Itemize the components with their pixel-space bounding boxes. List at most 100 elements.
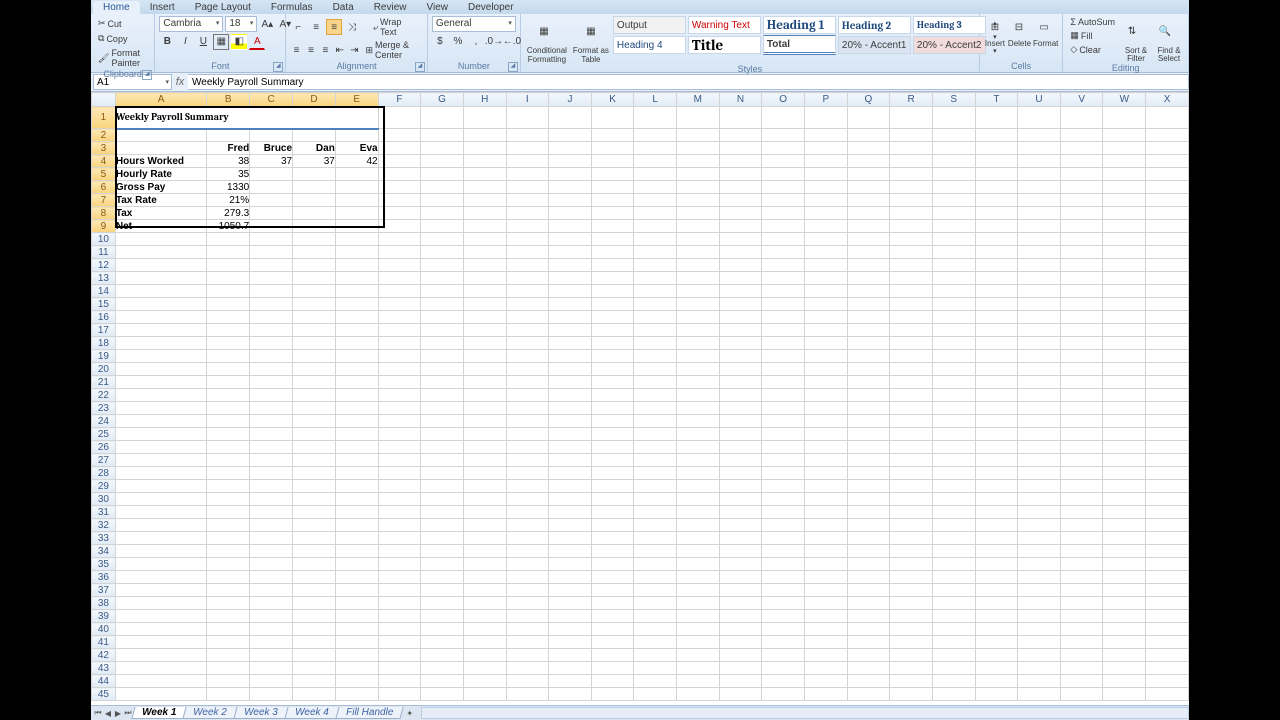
cell-F6[interactable] — [378, 181, 421, 194]
cell-V28[interactable] — [1060, 467, 1103, 480]
cell-G21[interactable] — [421, 376, 464, 389]
cell-W9[interactable] — [1103, 220, 1146, 233]
cell-A14[interactable] — [115, 285, 206, 298]
cell-B38[interactable] — [207, 597, 250, 610]
cell-E45[interactable] — [335, 688, 378, 701]
increase-indent-button[interactable]: ⇥ — [348, 42, 360, 58]
cell-Q10[interactable] — [847, 233, 890, 246]
cell-V24[interactable] — [1060, 415, 1103, 428]
cell-M19[interactable] — [677, 350, 720, 363]
cell-V14[interactable] — [1060, 285, 1103, 298]
cell-M44[interactable] — [677, 675, 720, 688]
cell-J37[interactable] — [549, 584, 592, 597]
cell-D17[interactable] — [293, 324, 336, 337]
cell-J38[interactable] — [549, 597, 592, 610]
cell-X18[interactable] — [1146, 337, 1189, 350]
cell-N45[interactable] — [719, 688, 762, 701]
cell-O22[interactable] — [762, 389, 805, 402]
cell-N43[interactable] — [719, 662, 762, 675]
cell-E43[interactable] — [335, 662, 378, 675]
row-header-23[interactable]: 23 — [92, 402, 116, 415]
cell-W2[interactable] — [1103, 129, 1146, 142]
cell-C36[interactable] — [250, 571, 293, 584]
row-header-43[interactable]: 43 — [92, 662, 116, 675]
cell-W15[interactable] — [1103, 298, 1146, 311]
row-header-13[interactable]: 13 — [92, 272, 116, 285]
cell-V44[interactable] — [1060, 675, 1103, 688]
cell-F38[interactable] — [378, 597, 421, 610]
cell-A44[interactable] — [115, 675, 206, 688]
cell-P6[interactable] — [804, 181, 847, 194]
cell-O1[interactable] — [762, 107, 805, 129]
insert-cells-button[interactable]: ⊞ — [984, 16, 1006, 38]
cell-R31[interactable] — [890, 506, 933, 519]
worksheet-grid[interactable]: ABCDEFGHIJKLMNOPQRSTUVWX1Weekly Payroll … — [91, 92, 1189, 705]
col-header-J[interactable]: J — [549, 93, 592, 107]
cell-U10[interactable] — [1018, 233, 1061, 246]
cell-X36[interactable] — [1146, 571, 1189, 584]
col-header-H[interactable]: H — [463, 93, 506, 107]
cell-G16[interactable] — [421, 311, 464, 324]
row-header-4[interactable]: 4 — [92, 155, 116, 168]
cell-M13[interactable] — [677, 272, 720, 285]
cell-S21[interactable] — [932, 376, 975, 389]
cell-N26[interactable] — [719, 441, 762, 454]
cell-T24[interactable] — [975, 415, 1018, 428]
cell-T28[interactable] — [975, 467, 1018, 480]
cell-G2[interactable] — [421, 129, 464, 142]
cell-D24[interactable] — [293, 415, 336, 428]
cell-K17[interactable] — [591, 324, 634, 337]
cell-R36[interactable] — [890, 571, 933, 584]
row-header-34[interactable]: 34 — [92, 545, 116, 558]
cell-L35[interactable] — [634, 558, 677, 571]
cell-P25[interactable] — [804, 428, 847, 441]
cell-W36[interactable] — [1103, 571, 1146, 584]
cell-I17[interactable] — [506, 324, 549, 337]
cell-O40[interactable] — [762, 623, 805, 636]
cell-N12[interactable] — [719, 259, 762, 272]
cell-I41[interactable] — [506, 636, 549, 649]
cell-K21[interactable] — [591, 376, 634, 389]
cell-Q23[interactable] — [847, 402, 890, 415]
cell-I40[interactable] — [506, 623, 549, 636]
cell-E21[interactable] — [335, 376, 378, 389]
cell-U25[interactable] — [1018, 428, 1061, 441]
cell-H11[interactable] — [463, 246, 506, 259]
cell-X7[interactable] — [1146, 194, 1189, 207]
style-accent1[interactable]: 20% - Accent1 — [838, 36, 911, 54]
cell-B26[interactable] — [207, 441, 250, 454]
cell-U1[interactable] — [1018, 107, 1061, 129]
cell-D37[interactable] — [293, 584, 336, 597]
cell-S19[interactable] — [932, 350, 975, 363]
cell-V29[interactable] — [1060, 480, 1103, 493]
cell-U26[interactable] — [1018, 441, 1061, 454]
cell-A7[interactable]: Tax Rate — [115, 194, 206, 207]
cell-C45[interactable] — [250, 688, 293, 701]
cell-T20[interactable] — [975, 363, 1018, 376]
cell-I45[interactable] — [506, 688, 549, 701]
cell-W25[interactable] — [1103, 428, 1146, 441]
cell-X17[interactable] — [1146, 324, 1189, 337]
cell-W38[interactable] — [1103, 597, 1146, 610]
cell-D8[interactable] — [293, 207, 336, 220]
cell-S27[interactable] — [932, 454, 975, 467]
cell-S7[interactable] — [932, 194, 975, 207]
cell-K30[interactable] — [591, 493, 634, 506]
cell-V15[interactable] — [1060, 298, 1103, 311]
cell-E22[interactable] — [335, 389, 378, 402]
cell-X38[interactable] — [1146, 597, 1189, 610]
font-color-button[interactable]: A — [249, 33, 265, 50]
cell-J41[interactable] — [549, 636, 592, 649]
cell-N15[interactable] — [719, 298, 762, 311]
cell-A4[interactable]: Hours Worked — [115, 155, 206, 168]
cell-K25[interactable] — [591, 428, 634, 441]
cell-B39[interactable] — [207, 610, 250, 623]
cell-I18[interactable] — [506, 337, 549, 350]
cell-E8[interactable] — [335, 207, 378, 220]
cell-X13[interactable] — [1146, 272, 1189, 285]
cell-C19[interactable] — [250, 350, 293, 363]
cell-V33[interactable] — [1060, 532, 1103, 545]
cell-Q14[interactable] — [847, 285, 890, 298]
cell-L36[interactable] — [634, 571, 677, 584]
cell-K13[interactable] — [591, 272, 634, 285]
